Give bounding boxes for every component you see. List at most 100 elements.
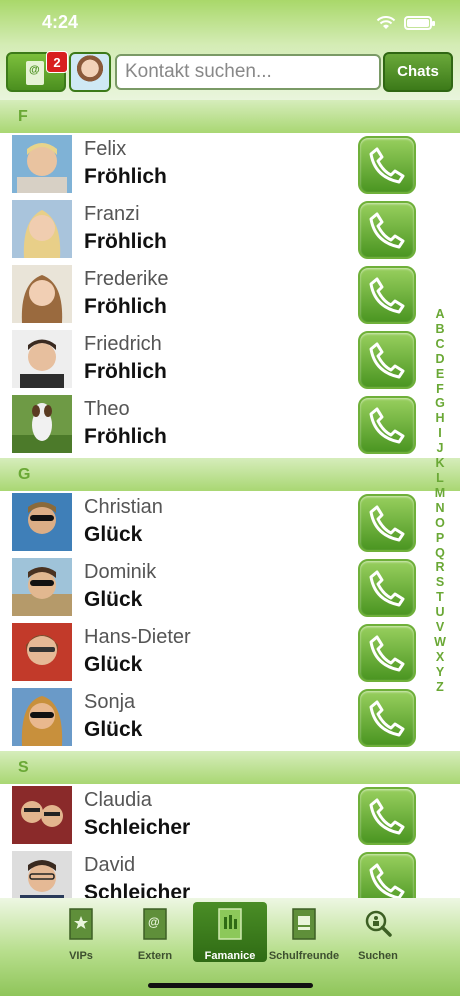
index-letter[interactable]: N: [435, 501, 444, 516]
alphabet-index[interactable]: ABCDEFGHIJKLMNOPQRSTUVWXYZ: [433, 307, 447, 695]
index-letter[interactable]: E: [436, 367, 444, 382]
index-letter[interactable]: A: [435, 307, 444, 322]
call-button[interactable]: [358, 136, 416, 194]
tab-label: VIPs: [69, 950, 93, 962]
avatar: [12, 558, 72, 616]
index-letter[interactable]: L: [436, 471, 444, 486]
contact-last-name: Glück: [84, 588, 143, 611]
tab-schulfreunde[interactable]: Schulfreunde: [267, 902, 341, 962]
index-letter[interactable]: J: [437, 441, 444, 456]
index-letter[interactable]: H: [435, 411, 444, 426]
index-letter[interactable]: C: [435, 337, 444, 352]
status-bar: 4:24: [0, 12, 460, 36]
contact-last-name: Fröhlich: [84, 165, 167, 188]
index-letter[interactable]: I: [438, 426, 441, 441]
contact-row[interactable]: Franzi Fröhlich: [0, 198, 460, 263]
contact-last-name: Glück: [84, 653, 143, 676]
phone-icon: [369, 277, 405, 314]
contact-row[interactable]: Christian Glück: [0, 491, 460, 556]
call-button[interactable]: [358, 559, 416, 617]
avatar: [12, 135, 72, 193]
extern-contacts-button[interactable]: 2: [6, 51, 68, 92]
avatar: [12, 200, 72, 258]
family-door-icon: [218, 908, 242, 940]
contact-first-name: Friedrich: [84, 333, 162, 355]
call-button[interactable]: [358, 331, 416, 389]
call-button[interactable]: [358, 396, 416, 454]
tab-extern[interactable]: @ Extern: [118, 902, 192, 962]
index-letter[interactable]: V: [436, 620, 444, 635]
profile-avatar-button[interactable]: [69, 52, 111, 92]
index-letter[interactable]: U: [435, 605, 444, 620]
index-letter[interactable]: X: [436, 650, 444, 665]
avatar: [12, 330, 72, 388]
index-letter[interactable]: Q: [435, 546, 445, 561]
tab-famanice[interactable]: Famanice: [193, 902, 267, 962]
contact-row[interactable]: Felix Fröhlich: [0, 133, 460, 198]
status-time: 4:24: [42, 12, 79, 32]
contact-row[interactable]: Dominik Glück: [0, 556, 460, 621]
contact-row[interactable]: Theo Fröhlich: [0, 393, 460, 458]
contact-list[interactable]: F Felix Fröhlich Franzi Fröhlich Frederi…: [0, 100, 460, 898]
avatar: [12, 851, 72, 898]
call-button[interactable]: [358, 852, 416, 898]
contact-row[interactable]: Hans-Dieter Glück: [0, 621, 460, 686]
call-button[interactable]: [358, 787, 416, 845]
avatar: [12, 493, 72, 551]
wifi-icon: [376, 16, 396, 29]
call-button[interactable]: [358, 201, 416, 259]
index-letter[interactable]: R: [435, 560, 444, 575]
svg-text:@: @: [148, 915, 160, 929]
contact-first-name: Dominik: [84, 561, 157, 583]
index-letter[interactable]: K: [435, 456, 444, 471]
call-button[interactable]: [358, 494, 416, 552]
contact-row[interactable]: Sonja Glück: [0, 686, 460, 751]
avatar: [12, 786, 72, 844]
index-letter[interactable]: P: [436, 531, 444, 546]
call-button[interactable]: [358, 266, 416, 324]
phone-icon: [369, 863, 405, 898]
tab-suchen[interactable]: Suchen: [341, 902, 415, 962]
index-letter[interactable]: O: [435, 516, 445, 531]
tab-label: Famanice: [204, 950, 256, 962]
call-button[interactable]: [358, 624, 416, 682]
contact-last-name: Fröhlich: [84, 360, 167, 383]
notification-badge: 2: [46, 51, 68, 73]
section-header-g: G: [0, 458, 460, 491]
contact-first-name: Hans-Dieter: [84, 626, 191, 648]
contact-row[interactable]: Friedrich Fröhlich: [0, 328, 460, 393]
call-button[interactable]: [358, 689, 416, 747]
star-door-icon: [69, 908, 93, 940]
top-bar: 4:24 2 Chats: [0, 0, 460, 100]
section-header-s: S: [0, 751, 460, 784]
contact-last-name: Fröhlich: [84, 230, 167, 253]
phone-icon: [369, 407, 405, 444]
index-letter[interactable]: T: [436, 590, 444, 605]
index-letter[interactable]: D: [435, 352, 444, 367]
index-letter[interactable]: G: [435, 396, 445, 411]
chats-button[interactable]: Chats: [383, 52, 453, 92]
index-letter[interactable]: S: [436, 575, 444, 590]
contact-first-name: David: [84, 854, 136, 876]
index-letter[interactable]: M: [435, 486, 445, 501]
contact-first-name: Sonja: [84, 691, 136, 713]
contact-row[interactable]: Claudia Schleicher: [0, 784, 460, 849]
search-input[interactable]: [115, 54, 381, 90]
index-letter[interactable]: Y: [436, 665, 444, 680]
contact-row[interactable]: Frederike Fröhlich: [0, 263, 460, 328]
contact-last-name: Schleicher: [84, 881, 191, 898]
phone-icon: [369, 798, 405, 835]
contact-first-name: Theo: [84, 398, 130, 420]
avatar: [12, 623, 72, 681]
contact-first-name: Frederike: [84, 268, 169, 290]
contact-row[interactable]: David Schleicher: [0, 849, 460, 898]
index-letter[interactable]: B: [435, 322, 444, 337]
avatar: [12, 688, 72, 746]
phone-icon: [369, 700, 405, 737]
index-letter[interactable]: Z: [436, 680, 444, 695]
tab-label: Suchen: [358, 950, 398, 962]
index-letter[interactable]: F: [436, 382, 444, 397]
index-letter[interactable]: W: [434, 635, 446, 650]
avatar: [12, 265, 72, 323]
tab-vips[interactable]: VIPs: [44, 902, 118, 962]
